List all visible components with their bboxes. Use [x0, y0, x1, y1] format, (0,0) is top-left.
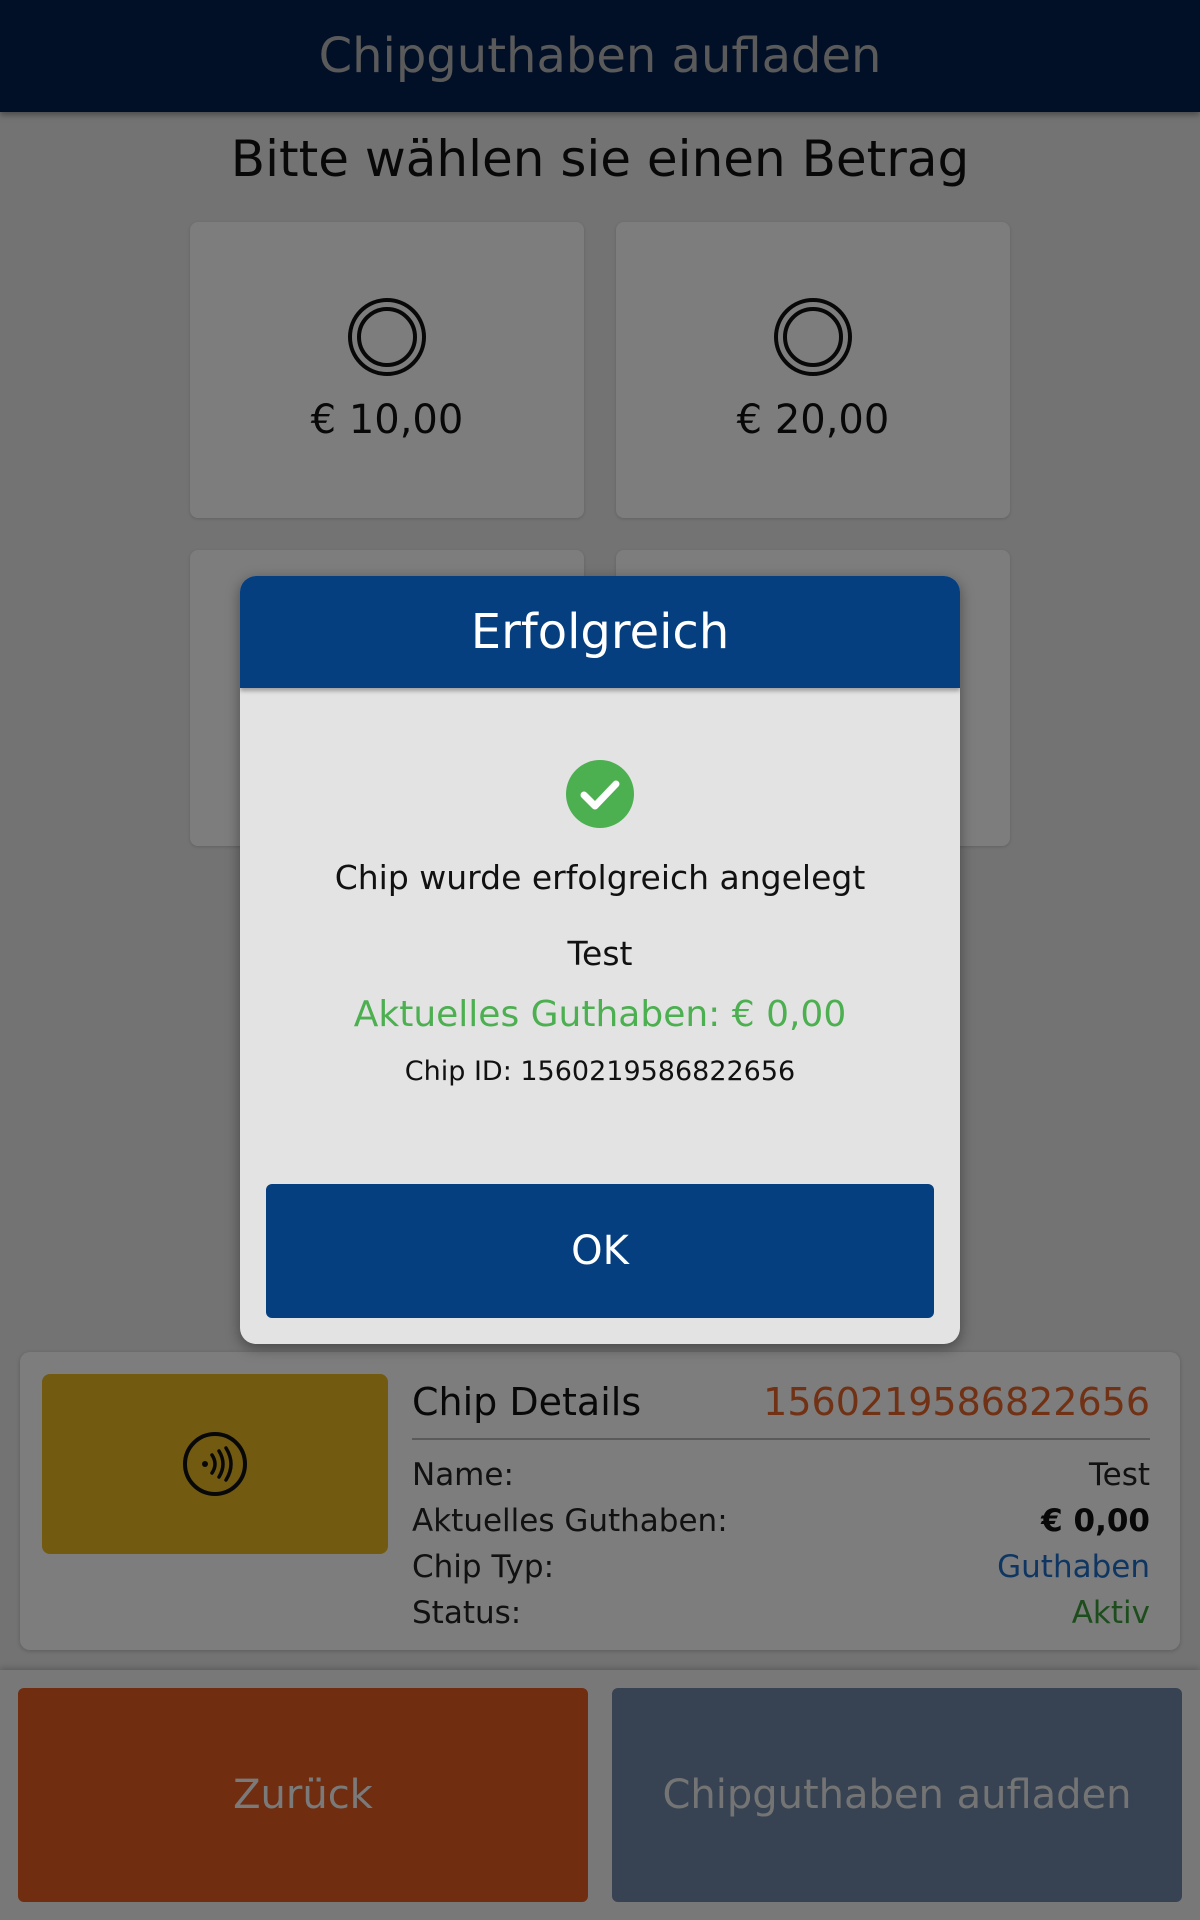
dialog-title: Erfolgreich — [470, 604, 730, 660]
check-circle-icon — [566, 760, 634, 828]
ok-button[interactable]: OK — [266, 1184, 934, 1318]
dialog-balance: Aktuelles Guthaben: € 0,00 — [353, 994, 847, 1035]
success-dialog: Erfolgreich Chip wurde erfolgreich angel… — [240, 576, 960, 1344]
dialog-chip-id: Chip ID: 1560219586822656 — [404, 1056, 796, 1087]
dialog-message: Chip wurde erfolgreich angelegt — [334, 858, 866, 897]
dialog-chip-name: Test — [567, 934, 633, 973]
dialog-header: Erfolgreich — [240, 576, 960, 688]
